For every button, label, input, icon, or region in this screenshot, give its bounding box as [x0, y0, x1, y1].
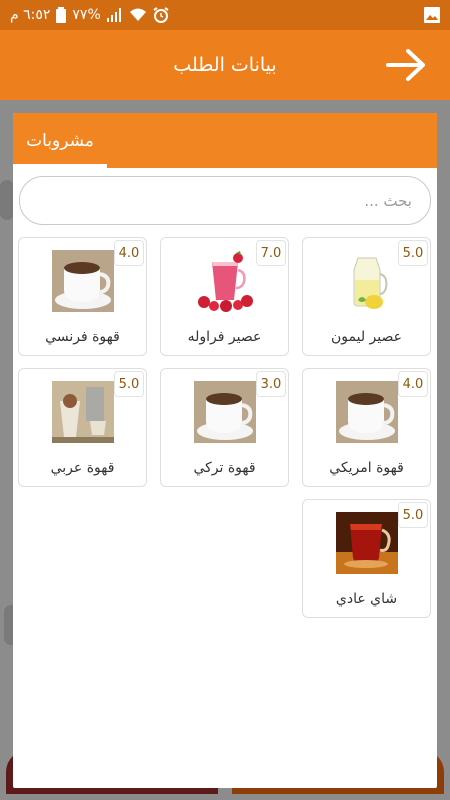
status-left: ٦:٥٢ م ٧٧%	[10, 7, 169, 23]
app-bar: بيانات الطلب	[0, 30, 450, 100]
price-badge: 5.0	[398, 240, 428, 266]
tab-drinks[interactable]: مشروبات	[13, 113, 107, 168]
items-dialog: مشروبات 5.0 عصير ليمون 7.0	[13, 113, 437, 788]
item-name: شاي عادي	[335, 591, 398, 607]
item-card-turkish-coffee[interactable]: 3.0 قهوة تركي	[160, 368, 289, 487]
coffee-cup-image	[52, 250, 114, 312]
status-bar: ٦:٥٢ م ٧٧%	[0, 0, 450, 30]
coffee-cup-image	[194, 381, 256, 443]
search-input[interactable]	[19, 176, 431, 225]
dialog-header: مشروبات	[13, 113, 437, 168]
status-right	[424, 7, 440, 23]
price-badge: 5.0	[114, 371, 144, 397]
status-time: ٦:٥٢ م	[10, 7, 51, 23]
item-name: قهوة تركي	[193, 460, 256, 476]
item-name: قهوة عربي	[50, 460, 115, 476]
item-card-tea[interactable]: 5.0 شاي عادي	[302, 499, 431, 618]
price-badge: 7.0	[256, 240, 286, 266]
item-card-strawberry-juice[interactable]: 7.0 عصير فراوله	[160, 237, 289, 356]
back-button[interactable]	[386, 48, 426, 82]
item-card-arabic-coffee[interactable]: 5.0 قهوة عربي	[18, 368, 147, 487]
tab-indicator	[13, 164, 107, 168]
tab-label: مشروبات	[26, 130, 94, 151]
price-badge: 3.0	[256, 371, 286, 397]
signal-icon	[106, 8, 123, 22]
arrow-right-icon	[386, 49, 425, 81]
alarm-icon	[153, 7, 169, 23]
item-name: قهوة فرنسي	[45, 329, 120, 345]
tea-cup-image	[336, 512, 398, 574]
price-badge: 4.0	[398, 371, 428, 397]
coffee-cup-image	[336, 381, 398, 443]
background-element	[0, 180, 14, 220]
item-name: عصير ليمون	[331, 329, 402, 345]
battery-icon	[56, 7, 67, 23]
battery-level: ٧٧%	[72, 7, 101, 23]
item-card-lemon-juice[interactable]: 5.0 عصير ليمون	[302, 237, 431, 356]
image-notification-icon	[424, 7, 440, 23]
lemon-juice-image	[336, 250, 398, 312]
wifi-icon	[129, 8, 147, 22]
price-badge: 4.0	[114, 240, 144, 266]
arabic-coffee-image	[52, 381, 114, 443]
item-card-american-coffee[interactable]: 4.0 قهوة امريكي	[302, 368, 431, 487]
strawberry-juice-image	[194, 250, 256, 312]
item-name: قهوة امريكي	[329, 460, 404, 476]
price-badge: 5.0	[398, 502, 428, 528]
item-name: عصير فراوله	[187, 329, 262, 345]
item-card-french-coffee[interactable]: 4.0 قهوة فرنسي	[18, 237, 147, 356]
page-title: بيانات الطلب	[173, 54, 277, 76]
